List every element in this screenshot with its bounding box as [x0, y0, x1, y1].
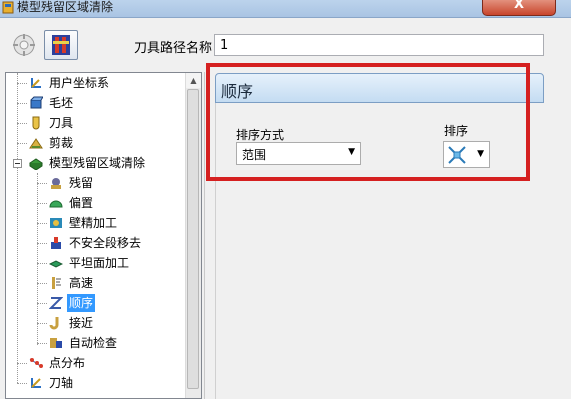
tree-item-label: 模型残留区域清除	[49, 156, 146, 170]
strategy-image-button[interactable]	[44, 30, 78, 60]
tree-item-label: 刀具	[49, 116, 74, 130]
point-distribution-icon	[29, 358, 43, 368]
tree-item-label: 平坦面加工	[69, 256, 130, 270]
tree-item-label: 残留	[69, 176, 94, 190]
settings-toggle-button[interactable]	[7, 30, 41, 60]
rest-icon	[51, 178, 61, 189]
rest-machining-image-icon	[52, 35, 70, 55]
title-bar: 模型残留区域清除 X	[0, 0, 571, 18]
tool-icon	[32, 116, 40, 130]
offset-icon	[49, 200, 63, 208]
toolpath-name-input[interactable]	[214, 34, 544, 56]
window-title: 模型残留区域清除	[17, 0, 114, 14]
tree-item-label: 接近	[69, 316, 94, 330]
tree-item-label: 不安全段移去	[69, 236, 142, 250]
high-speed-icon	[52, 277, 61, 289]
trim-icon	[29, 138, 43, 149]
panel-divider[interactable]	[204, 72, 205, 399]
app-icon	[2, 1, 14, 14]
collapse-toggle[interactable]	[13, 159, 22, 168]
block-icon	[30, 96, 43, 109]
tree-item-label: 壁精加工	[69, 216, 118, 230]
tree-item-label: 刀轴	[49, 376, 74, 390]
rest-machining-icon	[29, 158, 43, 170]
scroll-thumb[interactable]	[187, 89, 199, 389]
tree-scrollbar[interactable]: ▲	[185, 73, 201, 398]
auto-check-icon	[50, 338, 62, 348]
ucs-icon	[31, 78, 41, 88]
highlight-annotation-box	[206, 63, 530, 181]
tree-item-label: 高速	[69, 276, 94, 290]
tree-item-label: 顺序	[67, 294, 96, 312]
strategy-tree[interactable]: 用户坐标系 毛坯 刀具 剪裁 模型残留区域清除 残留 偏置 壁精加工 不安全段移…	[5, 72, 202, 399]
unsafe-segment-icon	[51, 237, 61, 249]
close-button[interactable]: X	[482, 0, 556, 16]
tree-item-label: 自动检查	[69, 336, 118, 350]
tree-item-label: 点分布	[49, 356, 86, 370]
tree-item-label: 毛坯	[49, 96, 74, 110]
scroll-up-icon[interactable]: ▲	[186, 73, 201, 88]
flat-machining-icon	[49, 260, 63, 268]
tree-item-label: 剪裁	[49, 136, 74, 150]
order-icon	[49, 297, 63, 309]
gear-cube-icon	[13, 34, 35, 56]
approach-icon	[49, 317, 59, 330]
wall-finish-icon	[50, 218, 62, 228]
tool-axis-icon	[31, 378, 41, 388]
tree-item-label: 偏置	[69, 196, 94, 210]
toolpath-name-label: 刀具路径名称	[134, 41, 213, 56]
tree-item-label: 用户坐标系	[49, 76, 110, 90]
close-icon: X	[513, 0, 525, 12]
